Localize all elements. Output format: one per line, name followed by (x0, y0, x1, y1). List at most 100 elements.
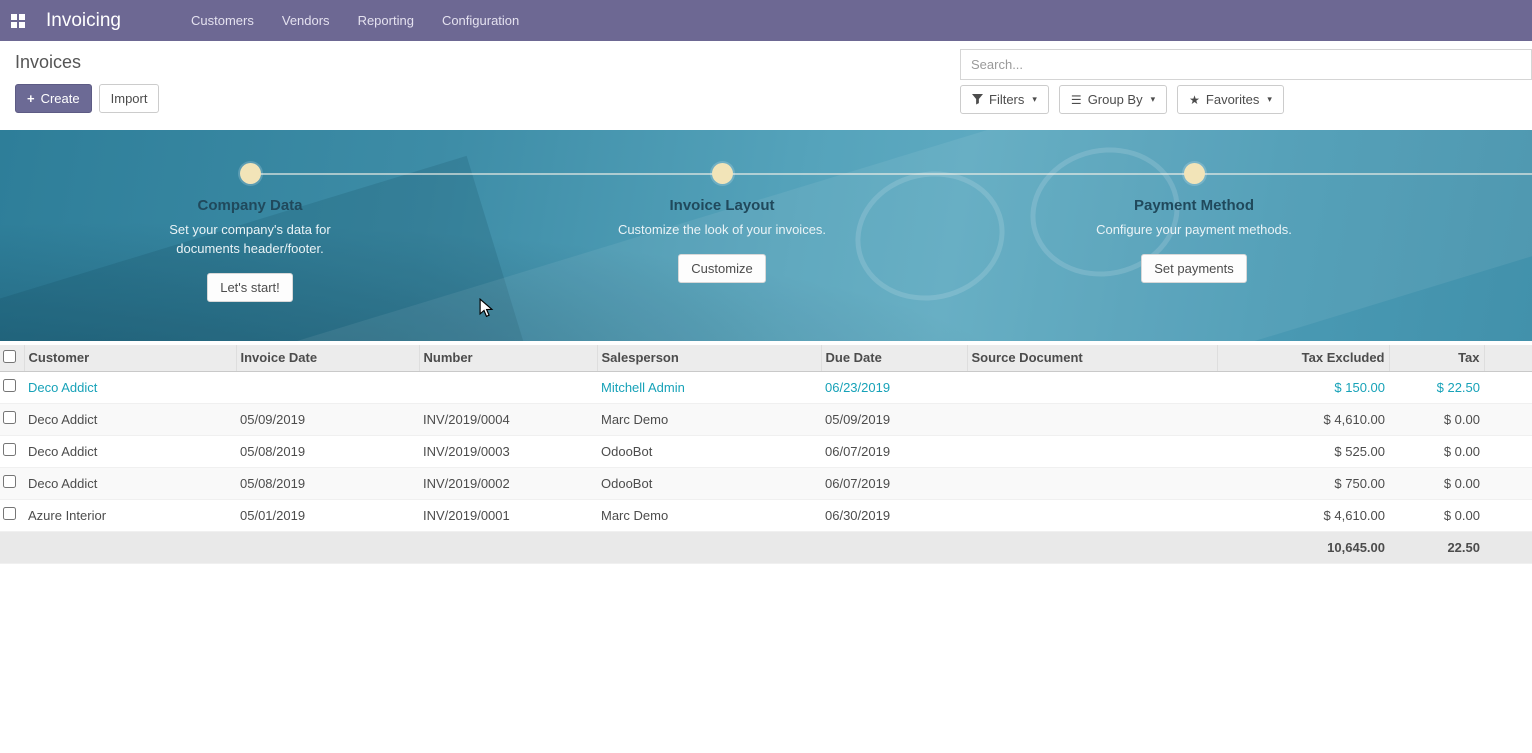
cell-customer[interactable]: Azure Interior (24, 499, 236, 531)
step-description: Set your company's data for documents he… (138, 221, 363, 259)
cell-number[interactable]: INV/2019/0002 (419, 467, 597, 499)
cell-tax[interactable]: $ 22.50 (1389, 371, 1484, 403)
cell-salesperson[interactable]: Marc Demo (597, 499, 821, 531)
cell-number[interactable]: INV/2019/0001 (419, 499, 597, 531)
cell-salesperson[interactable]: OdooBot (597, 435, 821, 467)
cell-invoice-date[interactable]: 05/09/2019 (236, 403, 419, 435)
customize-button[interactable]: Customize (678, 254, 765, 283)
col-header-tax-excluded[interactable]: Tax Excluded (1217, 345, 1389, 371)
step-title: Payment Method (1034, 197, 1354, 214)
table-row[interactable]: Azure Interior 05/01/2019 INV/2019/0001 … (0, 499, 1532, 531)
cell-number[interactable]: INV/2019/0003 (419, 435, 597, 467)
cell-source-document[interactable] (967, 467, 1217, 499)
cell-tax[interactable]: $ 0.00 (1389, 435, 1484, 467)
cell-tax-excluded[interactable]: $ 150.00 (1217, 371, 1389, 403)
row-select-cell (0, 499, 24, 531)
cell-tax-excluded[interactable]: $ 750.00 (1217, 467, 1389, 499)
row-spacer (1484, 531, 1532, 563)
cell-due-date[interactable]: 06/07/2019 (821, 467, 967, 499)
row-checkbox[interactable] (3, 443, 16, 456)
row-spacer (1484, 499, 1532, 531)
cell-due-date[interactable]: 06/23/2019 (821, 371, 967, 403)
app-title[interactable]: Invoicing (46, 10, 121, 32)
total-tax: 22.50 (1389, 531, 1484, 563)
onboarding-banner: Company Data Set your company's data for… (0, 130, 1532, 341)
cell-due-date[interactable]: 06/07/2019 (821, 435, 967, 467)
table-row[interactable]: Deco Addict Mitchell Admin 06/23/2019 $ … (0, 371, 1532, 403)
cell-salesperson[interactable]: OdooBot (597, 467, 821, 499)
group-by-button-label: Group By (1088, 92, 1143, 107)
filters-button-label: Filters (989, 92, 1024, 107)
cell-salesperson[interactable]: Marc Demo (597, 403, 821, 435)
cell-due-date[interactable]: 05/09/2019 (821, 403, 967, 435)
cell-source-document[interactable] (967, 435, 1217, 467)
table-row[interactable]: Deco Addict 05/08/2019 INV/2019/0003 Odo… (0, 435, 1532, 467)
cell-source-document[interactable] (967, 371, 1217, 403)
action-buttons: + Create Import (15, 84, 159, 113)
row-spacer (1484, 403, 1532, 435)
cell-tax-excluded[interactable]: $ 525.00 (1217, 435, 1389, 467)
step-description: Configure your payment methods. (1082, 221, 1307, 240)
table-row[interactable]: Deco Addict 05/09/2019 INV/2019/0004 Mar… (0, 403, 1532, 435)
group-by-button[interactable]: ☰ Group By ▾ (1059, 85, 1167, 114)
menu-reporting[interactable]: Reporting (344, 1, 428, 40)
cell-number[interactable]: INV/2019/0004 (419, 403, 597, 435)
row-checkbox[interactable] (3, 379, 16, 392)
total-tax-excluded: 10,645.00 (1217, 531, 1389, 563)
menu-customers[interactable]: Customers (177, 1, 268, 40)
cell-customer[interactable]: Deco Addict (24, 467, 236, 499)
col-header-due-date[interactable]: Due Date (821, 345, 967, 371)
cell-customer[interactable]: Deco Addict (24, 371, 236, 403)
cell-customer[interactable]: Deco Addict (24, 435, 236, 467)
table-row[interactable]: Deco Addict 05/08/2019 INV/2019/0002 Odo… (0, 467, 1532, 499)
cell-source-document[interactable] (967, 403, 1217, 435)
control-panel: Invoices + Create Import Filters ▾ ☰ Gro (0, 41, 1532, 130)
set-payments-button[interactable]: Set payments (1141, 254, 1247, 283)
col-header-invoice-date[interactable]: Invoice Date (236, 345, 419, 371)
search-input[interactable] (960, 49, 1532, 80)
col-header-customer[interactable]: Customer (24, 345, 236, 371)
cell-invoice-date[interactable]: 05/08/2019 (236, 467, 419, 499)
row-checkbox[interactable] (3, 475, 16, 488)
cell-tax[interactable]: $ 0.00 (1389, 403, 1484, 435)
menu-vendors[interactable]: Vendors (268, 1, 344, 40)
select-all-checkbox[interactable] (3, 350, 16, 363)
menu-configuration[interactable]: Configuration (428, 1, 533, 40)
step-dot (240, 163, 261, 184)
cell-due-date[interactable]: 06/30/2019 (821, 499, 967, 531)
cell-tax-excluded[interactable]: $ 4,610.00 (1217, 403, 1389, 435)
cell-tax[interactable]: $ 0.00 (1389, 499, 1484, 531)
cell-tax[interactable]: $ 0.00 (1389, 467, 1484, 499)
control-panel-right: Filters ▾ ☰ Group By ▾ ★ Favorites ▾ (960, 49, 1532, 130)
row-checkbox[interactable] (3, 411, 16, 424)
favorites-button[interactable]: ★ Favorites ▾ (1177, 85, 1284, 114)
cell-customer[interactable]: Deco Addict (24, 403, 236, 435)
cell-source-document[interactable] (967, 499, 1217, 531)
cell-salesperson[interactable]: Mitchell Admin (597, 371, 821, 403)
onboarding-step-invoice-layout: Invoice Layout Customize the look of you… (562, 163, 882, 283)
cell-invoice-date[interactable]: 05/01/2019 (236, 499, 419, 531)
onboarding-step-company-data: Company Data Set your company's data for… (90, 163, 410, 302)
col-header-salesperson[interactable]: Salesperson (597, 345, 821, 371)
step-description: Customize the look of your invoices. (610, 221, 835, 240)
apps-grid-icon[interactable] (10, 13, 26, 29)
group-by-icon: ☰ (1071, 94, 1082, 106)
favorites-button-label: Favorites (1206, 92, 1259, 107)
totals-spacer (0, 531, 1217, 563)
cell-number[interactable] (419, 371, 597, 403)
cell-invoice-date[interactable]: 05/08/2019 (236, 435, 419, 467)
search-options-row: Filters ▾ ☰ Group By ▾ ★ Favorites ▾ (960, 85, 1532, 114)
lets-start-button[interactable]: Let's start! (207, 273, 293, 302)
cell-tax-excluded[interactable]: $ 4,610.00 (1217, 499, 1389, 531)
cell-invoice-date[interactable] (236, 371, 419, 403)
import-button[interactable]: Import (99, 84, 160, 113)
star-icon: ★ (1189, 94, 1200, 106)
create-button[interactable]: + Create (15, 84, 92, 113)
col-header-source-document[interactable]: Source Document (967, 345, 1217, 371)
filters-button[interactable]: Filters ▾ (960, 85, 1049, 114)
col-header-number[interactable]: Number (419, 345, 597, 371)
table-totals-row: 10,645.00 22.50 (0, 531, 1532, 563)
row-checkbox[interactable] (3, 507, 16, 520)
col-header-tax[interactable]: Tax (1389, 345, 1484, 371)
step-title: Company Data (90, 197, 410, 214)
